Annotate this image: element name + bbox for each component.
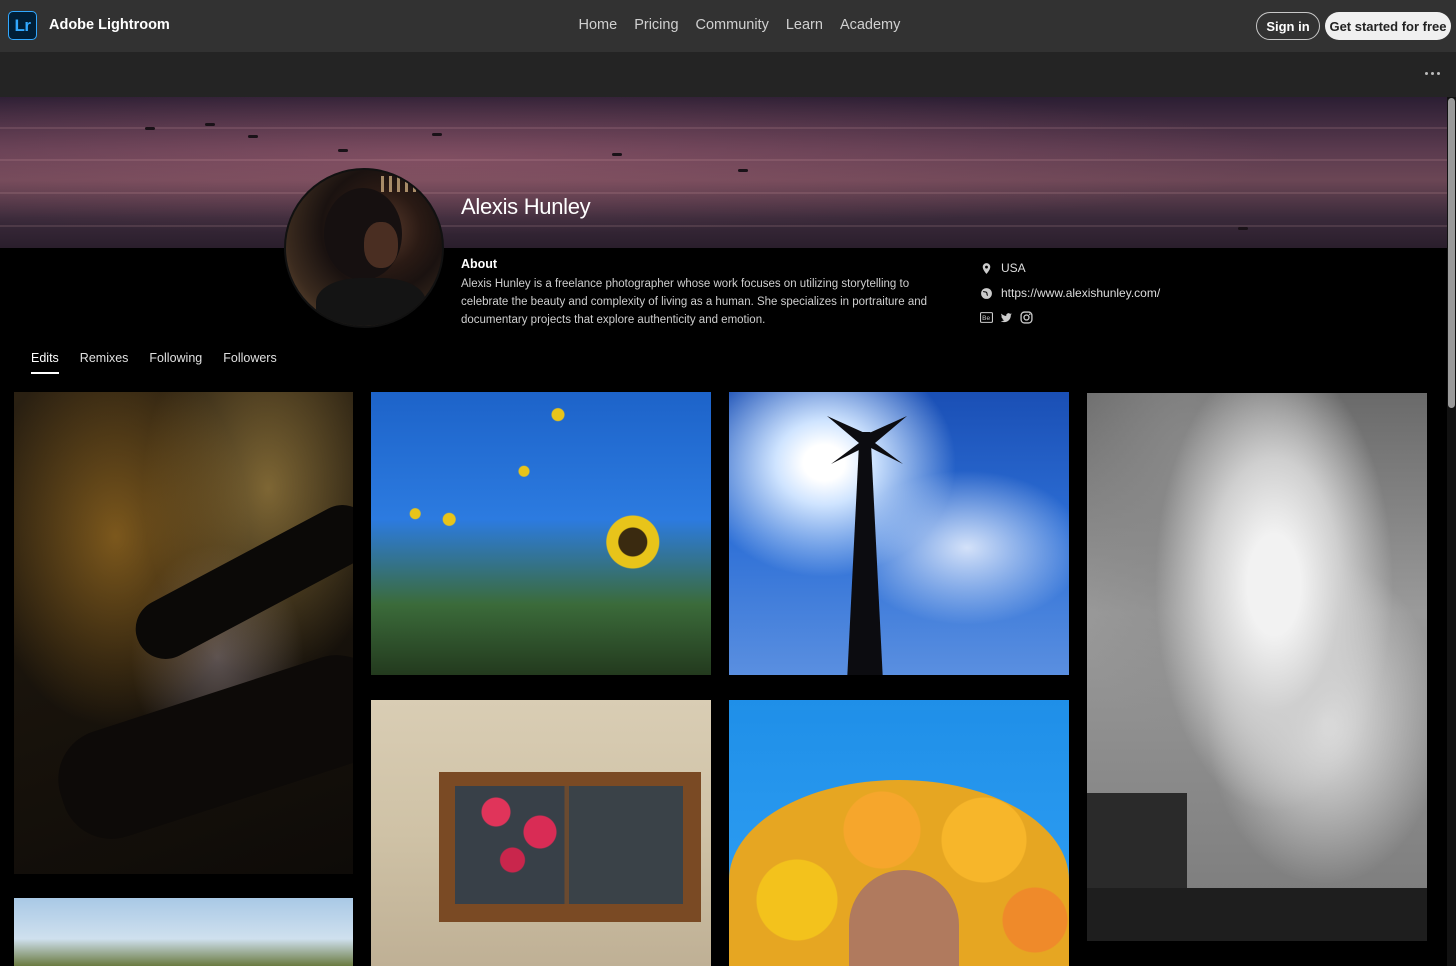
twitter-icon[interactable]: [1000, 311, 1013, 324]
profile-avatar: [284, 168, 444, 328]
brand-name[interactable]: Adobe Lightroom: [49, 17, 170, 33]
cover-image: [0, 97, 1447, 248]
website-link[interactable]: https://www.alexishunley.com/: [1001, 286, 1160, 300]
tab-following[interactable]: Following: [149, 351, 202, 374]
globe-icon: [981, 287, 992, 299]
scrollbar-thumb[interactable]: [1448, 98, 1455, 408]
nav-community[interactable]: Community: [696, 17, 769, 33]
photo-window-lily[interactable]: [371, 700, 711, 966]
location-pin-icon: [982, 262, 991, 274]
nav-academy[interactable]: Academy: [840, 17, 900, 33]
main-nav: Home Pricing Community Learn Academy: [570, 17, 909, 33]
location-text: USA: [1001, 261, 1026, 275]
photo-flower-crown-portrait[interactable]: [729, 700, 1069, 966]
location-row: USA: [980, 261, 1026, 275]
nav-learn[interactable]: Learn: [786, 17, 823, 33]
photo-black-white-clouds[interactable]: [1087, 393, 1427, 941]
nav-pricing[interactable]: Pricing: [634, 17, 678, 33]
tab-edits[interactable]: Edits: [31, 351, 59, 374]
nav-home[interactable]: Home: [579, 17, 618, 33]
tab-followers[interactable]: Followers: [223, 351, 277, 374]
website-row: https://www.alexishunley.com/: [980, 286, 1160, 300]
get-started-button[interactable]: Get started for free: [1325, 12, 1451, 40]
profile-toolbar: [0, 52, 1456, 97]
top-navigation-bar: Lr Adobe Lightroom Home Pricing Communit…: [0, 0, 1456, 52]
photo-tree-canopy[interactable]: [14, 392, 353, 874]
behance-icon[interactable]: Be: [980, 311, 993, 324]
profile-tabs: Edits Remixes Following Followers: [31, 351, 277, 374]
instagram-icon[interactable]: [1020, 311, 1033, 324]
photo-sunflowers[interactable]: [371, 392, 711, 675]
about-text: Alexis Hunley is a freelance photographe…: [461, 278, 928, 326]
social-links: Be: [980, 311, 1033, 324]
photo-palm-trees[interactable]: [14, 898, 353, 966]
more-options-icon[interactable]: [1425, 72, 1440, 75]
about-heading: About: [461, 257, 498, 271]
photo-palm-sky[interactable]: [729, 392, 1069, 675]
sign-in-button[interactable]: Sign in: [1256, 12, 1320, 40]
tab-remixes[interactable]: Remixes: [80, 351, 129, 374]
profile-name: Alexis Hunley: [461, 194, 591, 219]
lightroom-logo-icon[interactable]: Lr: [8, 11, 37, 40]
svg-text:Be: Be: [982, 315, 990, 322]
